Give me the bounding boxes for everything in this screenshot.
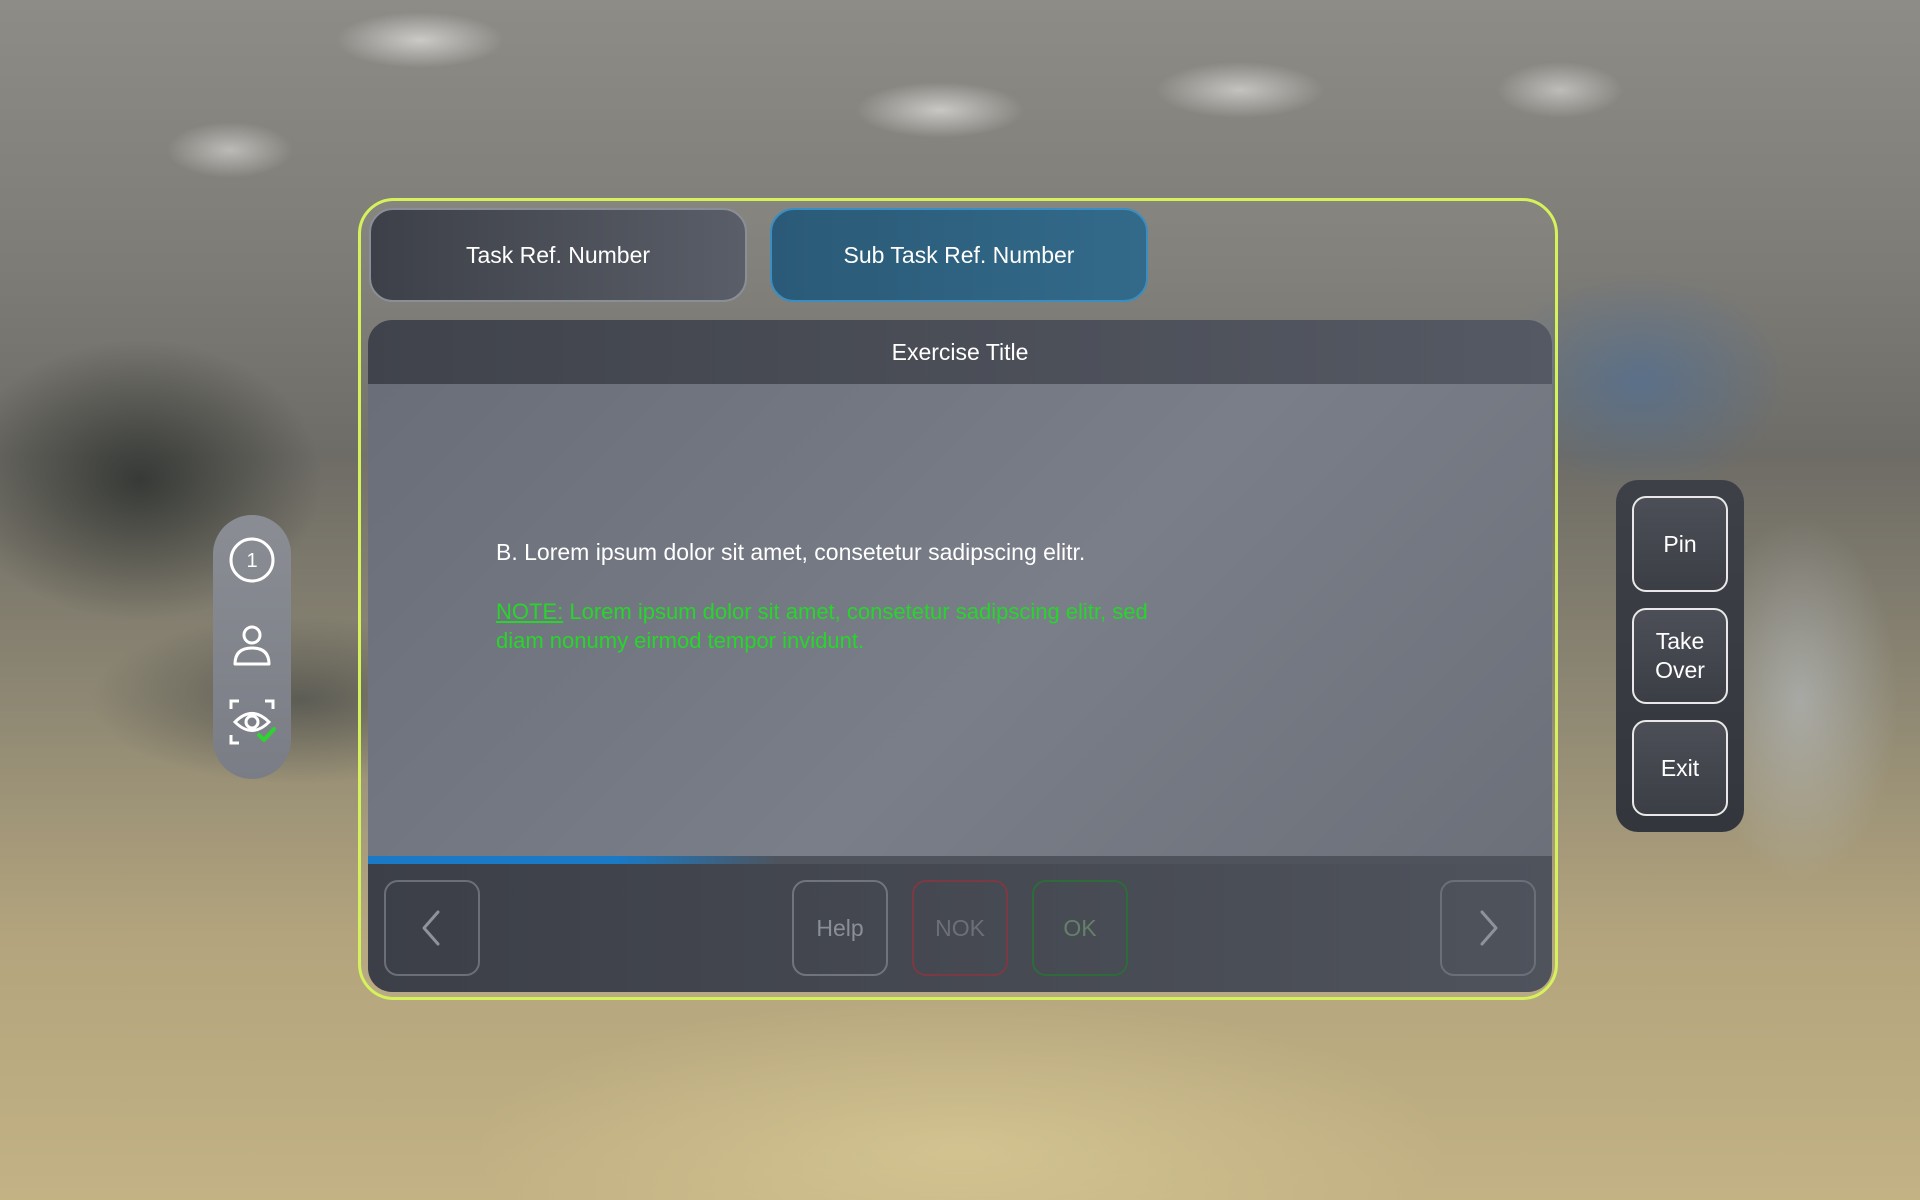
user-icon[interactable] bbox=[227, 620, 277, 670]
next-button[interactable] bbox=[1440, 880, 1536, 976]
ok-button[interactable]: OK bbox=[1032, 880, 1128, 976]
take-over-label: Take Over bbox=[1655, 628, 1705, 683]
exercise-footer: Help NOK OK bbox=[368, 864, 1552, 992]
exercise-body: B. Lorem ipsum dolor sit amet, consetetu… bbox=[368, 384, 1552, 856]
note-text: Lorem ipsum dolor sit amet, consetetur s… bbox=[496, 599, 1148, 653]
progress-fill bbox=[368, 856, 783, 864]
instruction-text: B. Lorem ipsum dolor sit amet, consetetu… bbox=[496, 539, 1086, 565]
step-number: 1 bbox=[246, 550, 257, 572]
exit-button[interactable]: Exit bbox=[1632, 720, 1728, 816]
exit-label: Exit bbox=[1660, 754, 1700, 781]
pin-label: Pin bbox=[1663, 530, 1697, 557]
ok-label: OK bbox=[1063, 914, 1097, 941]
status-sidebar: 1 bbox=[213, 515, 291, 779]
step-number-icon: 1 bbox=[227, 535, 277, 585]
pin-button[interactable]: Pin bbox=[1632, 496, 1728, 592]
help-label: Help bbox=[816, 914, 864, 941]
exercise-header: Exercise Title bbox=[368, 320, 1552, 384]
tab-sub-task-ref-number[interactable]: Sub Task Ref. Number bbox=[770, 208, 1148, 302]
eye-tracking-check-icon[interactable] bbox=[227, 697, 277, 747]
exercise-panel: Exercise Title B. Lorem ipsum dolor sit … bbox=[368, 320, 1552, 992]
tab-task-ref-label: Task Ref. Number bbox=[465, 241, 651, 268]
nok-button[interactable]: NOK bbox=[912, 880, 1008, 976]
exercise-title: Exercise Title bbox=[891, 338, 1029, 365]
tab-sub-task-ref-label: Sub Task Ref. Number bbox=[843, 241, 1075, 268]
note-block: NOTE: Lorem ipsum dolor sit amet, conset… bbox=[496, 597, 1196, 655]
action-sidebar: Pin Take Over Exit bbox=[1616, 480, 1744, 832]
nok-label: NOK bbox=[935, 914, 985, 941]
note-label: NOTE: bbox=[496, 599, 564, 624]
chevron-left-icon bbox=[422, 910, 440, 946]
previous-button[interactable] bbox=[384, 880, 480, 976]
chevron-right-icon bbox=[1480, 910, 1498, 946]
tab-task-ref-number[interactable]: Task Ref. Number bbox=[369, 208, 747, 302]
take-over-button[interactable]: Take Over bbox=[1632, 608, 1728, 704]
help-button[interactable]: Help bbox=[792, 880, 888, 976]
progress-bar bbox=[368, 856, 1552, 864]
